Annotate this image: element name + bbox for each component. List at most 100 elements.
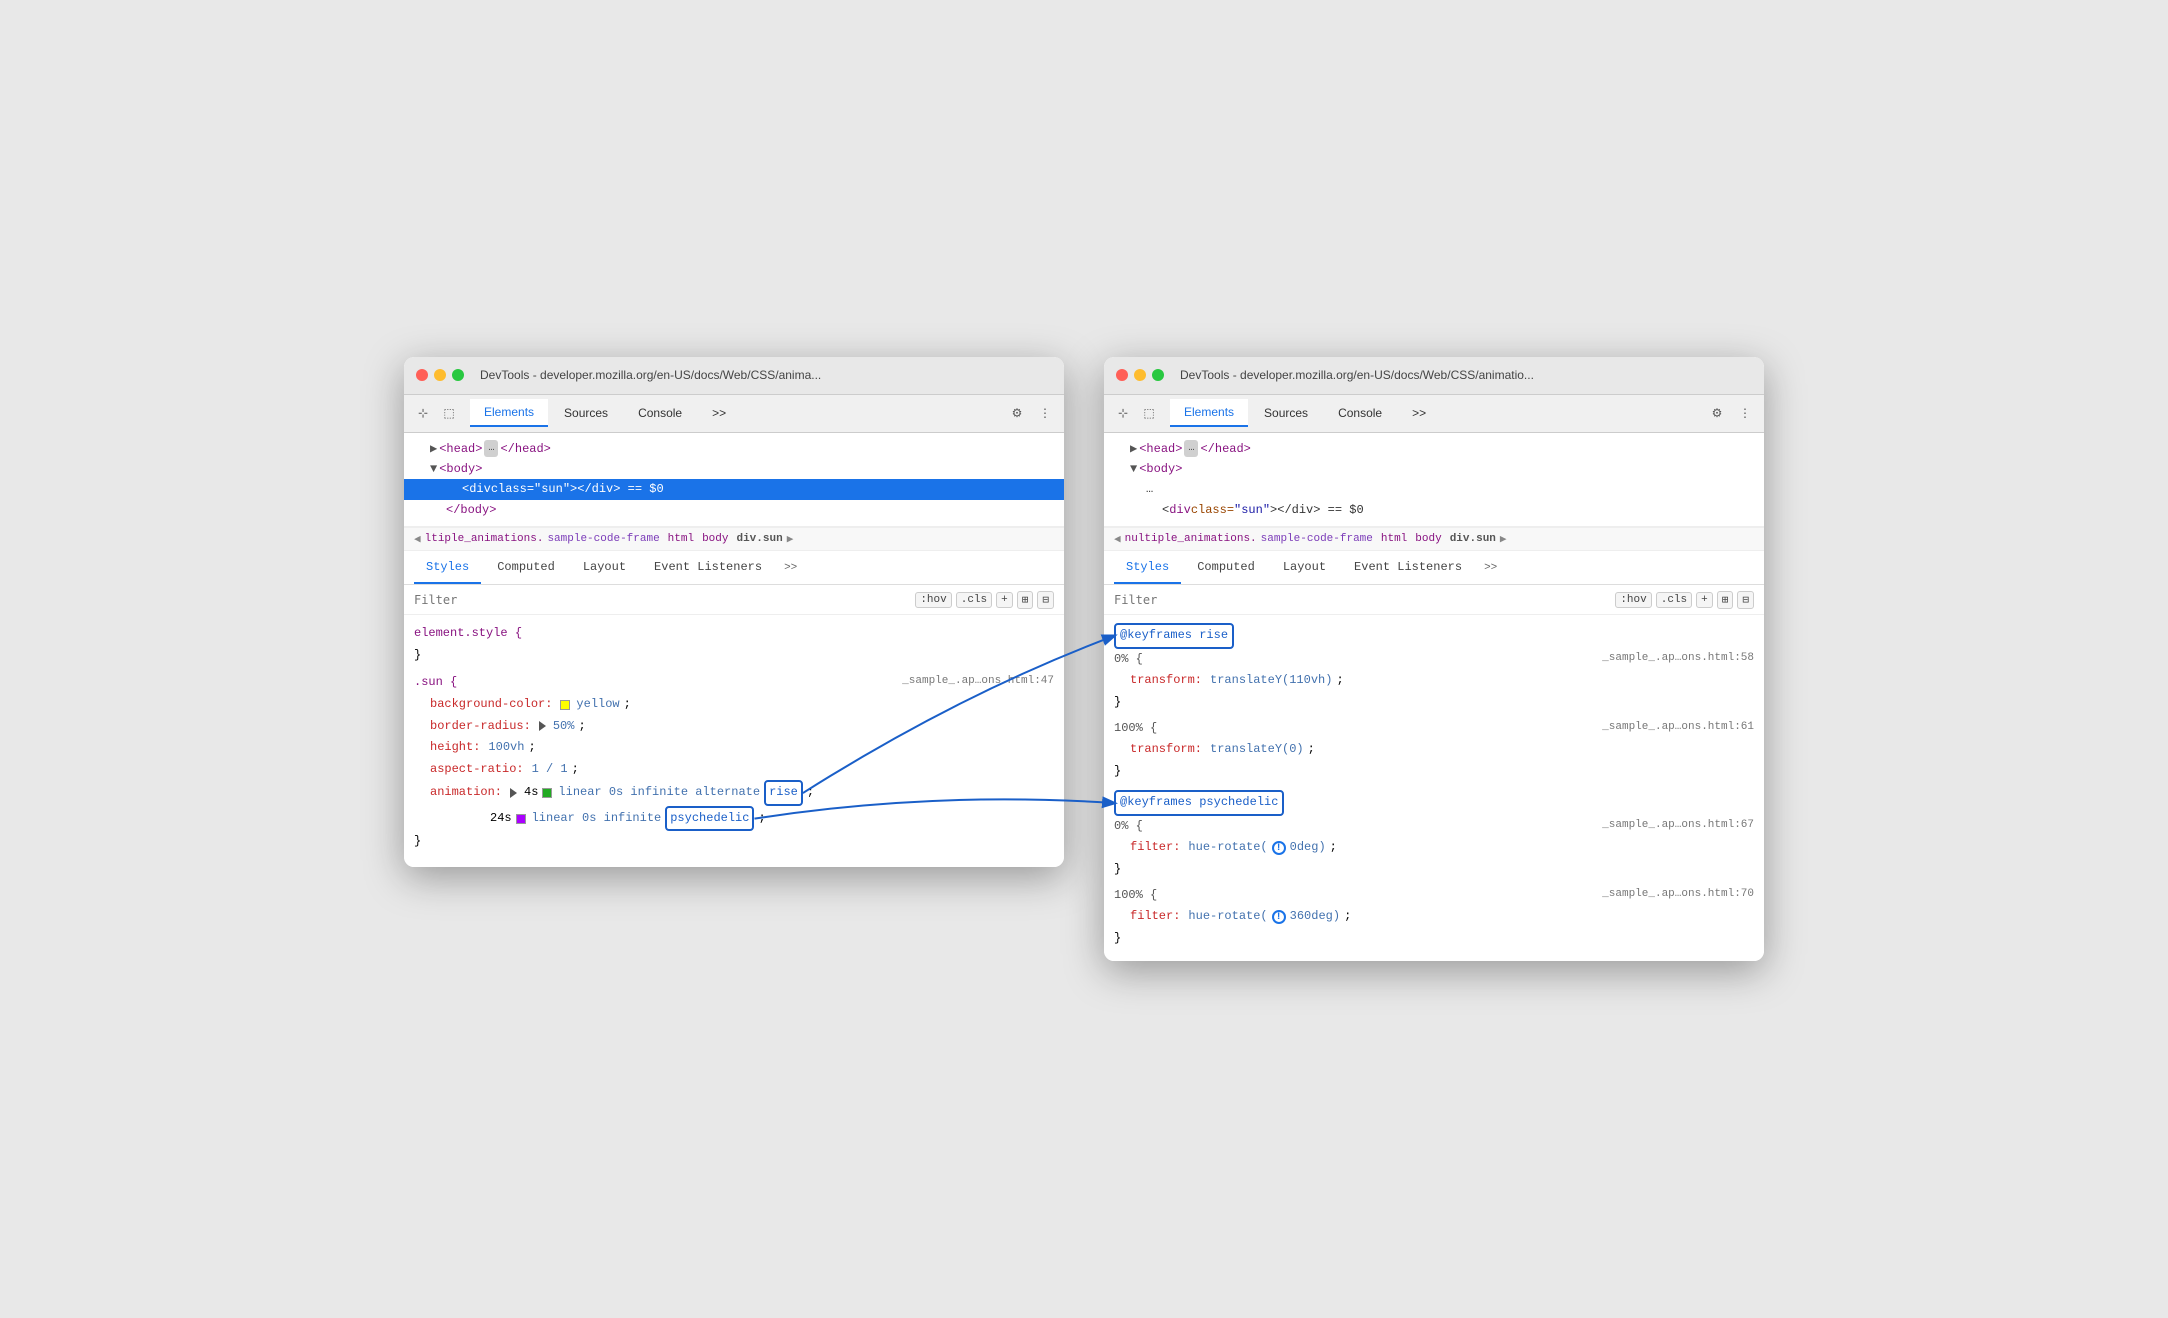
settings-icon-right[interactable]: ⚙ (1706, 402, 1728, 424)
keyframes-rise-selector: @keyframes rise (1114, 623, 1234, 649)
tab-console-right[interactable]: Console (1324, 399, 1396, 427)
filter-btns-right: :hov .cls + ⊞ ⊟ (1615, 591, 1754, 609)
inspector-icon-right[interactable]: ⬚ (1138, 402, 1160, 424)
plus-btn-right[interactable]: + (1696, 592, 1713, 608)
tab-bar-left: ⊹ ⬚ Elements Sources Console >> ⚙ ⋮ (404, 395, 1064, 433)
more-icon-left[interactable]: ⋮ (1034, 402, 1056, 424)
title-bar-left: DevTools - developer.mozilla.org/en-US/d… (404, 357, 1064, 395)
content-area-left: ▶ <head> … </head> ▼ <body> <div class="… (404, 433, 1064, 868)
copy-styles-btn-left[interactable]: ⊞ (1017, 591, 1034, 609)
minimize-button[interactable] (434, 369, 446, 381)
subtab-layout-right[interactable]: Layout (1271, 552, 1338, 584)
breadcrumb-html[interactable]: html (668, 533, 694, 545)
tab-more-right[interactable]: >> (1398, 399, 1440, 427)
breadcrumb-filename-left[interactable]: ltiple_animations. (425, 533, 544, 545)
inspector-icon[interactable]: ⬚ (438, 402, 460, 424)
dom-section-right: ▶ <head> … </head> ▼ <body> … <div class… (1104, 433, 1764, 528)
breadcrumb-html-right[interactable]: html (1381, 533, 1407, 545)
css-panel-left: element.style { } .sun { _sample_.ap…ons… (404, 615, 1064, 867)
traffic-lights-left (416, 369, 464, 381)
toggle-sidebar-btn-left[interactable]: ⊟ (1037, 591, 1054, 609)
breadcrumb-body[interactable]: body (702, 533, 728, 545)
hov-btn-right[interactable]: :hov (1615, 592, 1651, 608)
maximize-button-right[interactable] (1152, 369, 1164, 381)
tab-bar-icons-right: ⊹ ⬚ (1112, 402, 1160, 424)
dom-body-open: ▼ <body> (414, 459, 1054, 479)
subtab-computed-left[interactable]: Computed (485, 552, 567, 584)
breadcrumb-arrow-left: ◀ (414, 532, 421, 546)
breadcrumb-arrow-right: ◀ (1114, 532, 1121, 546)
sub-tab-bar-right: Styles Computed Layout Event Listeners >… (1104, 551, 1764, 585)
breadcrumb-left: ◀ ltiple_animations.sample-code-frame ht… (404, 527, 1064, 551)
dom-div-sun[interactable]: <div class="sun" ></div> == $0 (404, 479, 1064, 499)
dom-head-line-right: ▶ <head> … </head> (1114, 439, 1754, 459)
breadcrumb-frame-left[interactable]: sample-code-frame (547, 533, 659, 545)
breadcrumb-divsun[interactable]: div.sun (736, 533, 782, 545)
maximize-button[interactable] (452, 369, 464, 381)
content-area-right: ▶ <head> … </head> ▼ <body> … <div class… (1104, 433, 1764, 962)
toggle-sidebar-btn-right[interactable]: ⊟ (1737, 591, 1754, 609)
expand-body[interactable]: ▼ (430, 459, 437, 479)
cls-btn-left[interactable]: .cls (956, 592, 992, 608)
tab-elements-left[interactable]: Elements (470, 399, 548, 427)
breadcrumb-arrow-right-left: ▶ (787, 532, 794, 546)
cursor-icon-right[interactable]: ⊹ (1112, 402, 1134, 424)
keyframes-rise-block: @keyframes rise 0% { _sample_.ap…ons.htm… (1114, 623, 1754, 782)
dom-body-close: </body> (414, 500, 1054, 520)
dom-div-sun-right[interactable]: <div class="sun" ></div> == $0 (1114, 500, 1754, 520)
subtab-layout-left[interactable]: Layout (571, 552, 638, 584)
psychedelic-highlight: psychedelic (665, 806, 754, 832)
dom-ellipsis-right: … (1114, 479, 1754, 499)
cursor-icon[interactable]: ⊹ (412, 402, 434, 424)
dom-body-open-right: ▼ <body> (1114, 459, 1754, 479)
subtab-eventlisteners-right[interactable]: Event Listeners (1342, 552, 1474, 584)
expand-animation1[interactable] (510, 788, 517, 798)
settings-icon-left[interactable]: ⚙ (1006, 402, 1028, 424)
cls-btn-right[interactable]: .cls (1656, 592, 1692, 608)
purple-swatch (516, 814, 526, 824)
window-title-right: DevTools - developer.mozilla.org/en-US/d… (1180, 368, 1534, 382)
filter-input-right[interactable] (1114, 593, 1609, 607)
minimize-button-right[interactable] (1134, 369, 1146, 381)
breadcrumb-arrow-right-right: ▶ (1500, 532, 1507, 546)
more-icon-right[interactable]: ⋮ (1734, 402, 1756, 424)
tab-bar-right-left: ⚙ ⋮ (1006, 402, 1056, 424)
breadcrumb-frame-right[interactable]: sample-code-frame (1261, 533, 1373, 545)
dom-section-left: ▶ <head> … </head> ▼ <body> <div class="… (404, 433, 1064, 528)
traffic-lights-right (1116, 369, 1164, 381)
breadcrumb-divsun-right[interactable]: div.sun (1450, 533, 1496, 545)
filter-btns-left: :hov .cls + ⊞ ⊟ (915, 591, 1054, 609)
expand-head[interactable]: ▶ (430, 439, 437, 459)
subtab-computed-right[interactable]: Computed (1185, 552, 1267, 584)
tab-sources-right[interactable]: Sources (1250, 399, 1322, 427)
keyframes-psychedelic-block: @keyframes psychedelic 0% { _sample_.ap…… (1114, 790, 1754, 949)
close-button-right[interactable] (1116, 369, 1128, 381)
expand-border-radius[interactable] (539, 721, 546, 731)
subtab-more-left[interactable]: >> (778, 560, 803, 576)
subtab-more-right[interactable]: >> (1478, 560, 1503, 576)
window-title-left: DevTools - developer.mozilla.org/en-US/d… (480, 368, 821, 382)
tab-elements-right[interactable]: Elements (1170, 399, 1248, 427)
filter-bar-right: :hov .cls + ⊞ ⊟ (1104, 585, 1764, 615)
breadcrumb-body-right[interactable]: body (1415, 533, 1441, 545)
dom-head-line: ▶ <head> … </head> (414, 439, 1054, 459)
tab-console-left[interactable]: Console (624, 399, 696, 427)
css-block-sun: .sun { _sample_.ap…ons.html:47 backgroun… (414, 672, 1054, 853)
subtab-styles-right[interactable]: Styles (1114, 552, 1181, 584)
info-icon-360deg: ! (1272, 910, 1286, 924)
copy-styles-btn-right[interactable]: ⊞ (1717, 591, 1734, 609)
title-bar-right: DevTools - developer.mozilla.org/en-US/d… (1104, 357, 1764, 395)
css-panel-right: @keyframes rise 0% { _sample_.ap…ons.htm… (1104, 615, 1764, 961)
breadcrumb-filename-right[interactable]: nultiple_animations. (1125, 533, 1257, 545)
filter-input-left[interactable] (414, 593, 909, 607)
close-button[interactable] (416, 369, 428, 381)
hov-btn-left[interactable]: :hov (915, 592, 951, 608)
tab-sources-left[interactable]: Sources (550, 399, 622, 427)
tab-more-left[interactable]: >> (698, 399, 740, 427)
tab-bar-icons-left: ⊹ ⬚ (412, 402, 460, 424)
plus-btn-left[interactable]: + (996, 592, 1013, 608)
subtab-eventlisteners-left[interactable]: Event Listeners (642, 552, 774, 584)
devtools-window-left: DevTools - developer.mozilla.org/en-US/d… (404, 357, 1064, 868)
tab-bar-right-right: ⚙ ⋮ (1706, 402, 1756, 424)
subtab-styles-left[interactable]: Styles (414, 552, 481, 584)
